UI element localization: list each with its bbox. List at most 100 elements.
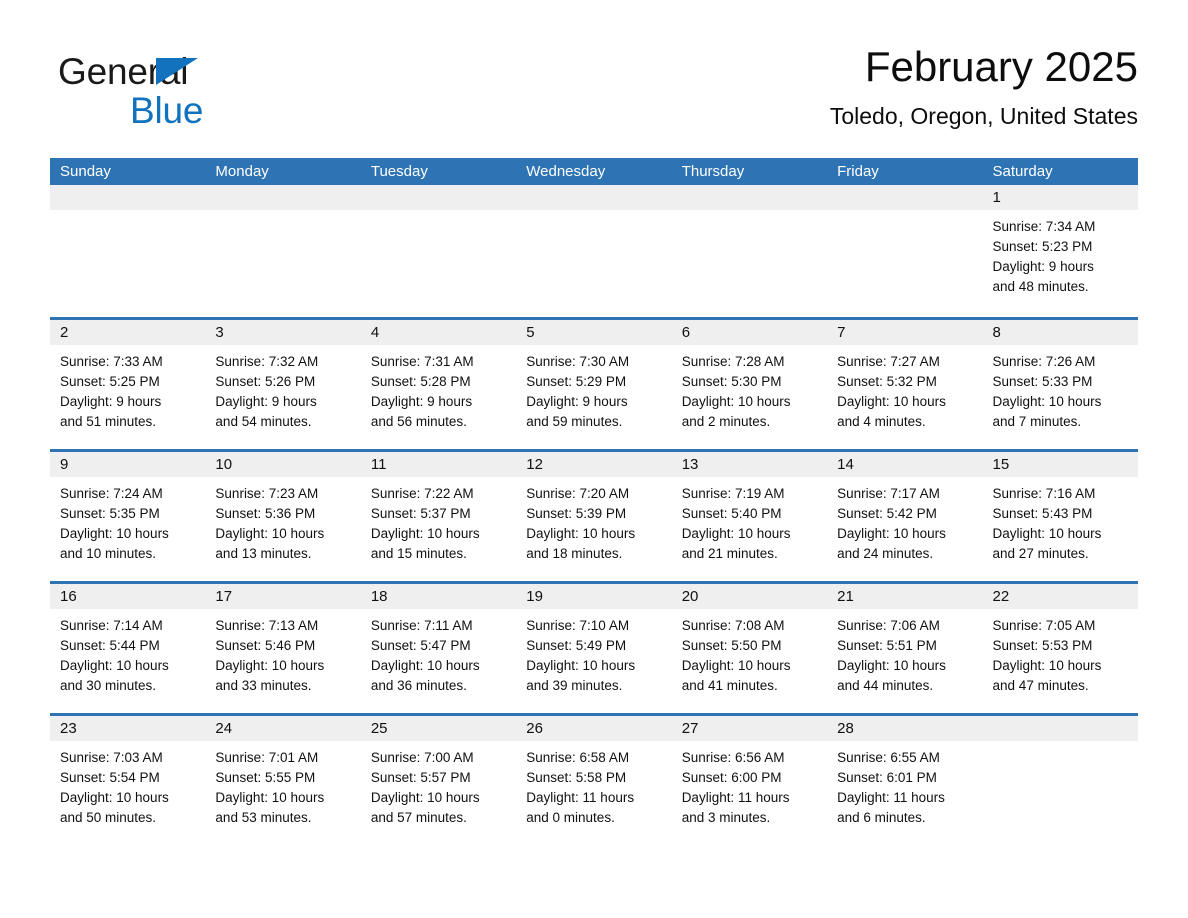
calendar-day-cell[interactable]: 18 Sunrise: 7:11 AM Sunset: 5:47 PM Dayligh… xyxy=(360,584,517,713)
calendar-day-cell[interactable]: 19 Sunrise: 7:10 AM Sunset: 5:49 PM Dayligh… xyxy=(516,584,672,713)
sunset-text: Sunset: 5:54 PM xyxy=(60,770,160,785)
day-details: Sunrise: 7:01 AM Sunset: 5:55 PM Daylight:… xyxy=(205,741,360,828)
page-subtitle: Toledo, Oregon, United States xyxy=(829,103,1138,129)
calendar-day-cell[interactable]: 10 Sunrise: 7:23 AM Sunset: 5:36 PM Dayligh… xyxy=(205,452,361,581)
day-details: Sunrise: 7:31 AM Sunset: 5:28 PM Daylight:… xyxy=(361,345,516,432)
daylight-text-line1: Daylight: 9 hours xyxy=(60,394,162,409)
day-details: Sunrise: 7:30 AM Sunset: 5:29 PM Daylight:… xyxy=(516,345,671,432)
sunset-text: Sunset: 5:26 PM xyxy=(215,374,316,389)
generalblue-logo[interactable]: General Blue xyxy=(58,50,378,136)
daylight-text-line2: and 21 minutes. xyxy=(681,546,778,561)
sunset-text: Sunset: 5:57 PM xyxy=(370,770,471,785)
calendar-day-cell[interactable]: 14 Sunrise: 7:17 AM Sunset: 5:42 PM Dayligh… xyxy=(827,452,983,581)
day-details: Sunrise: 7:05 AM Sunset: 5:53 PM Daylight:… xyxy=(983,609,1138,696)
daylight-text-line1: Daylight: 10 hours xyxy=(526,658,636,673)
weekday-header-saturday: Saturday xyxy=(992,163,1053,180)
day-number xyxy=(360,185,517,210)
daylight-text-line2: and 50 minutes. xyxy=(60,810,157,825)
sunset-text: Sunset: 5:35 PM xyxy=(60,506,160,521)
day-number: 14 xyxy=(827,452,983,477)
calendar-day-cell[interactable]: 7 Sunrise: 7:27 AM Sunset: 5:32 PM Daylight… xyxy=(827,320,983,449)
calendar-day-cell[interactable]: 4 Sunrise: 7:31 AM Sunset: 5:28 PM Daylight… xyxy=(360,320,517,449)
sunrise-text: Sunrise: 7:32 AM xyxy=(215,354,319,369)
calendar-day-cell[interactable]: 12 Sunrise: 7:20 AM Sunset: 5:39 PM Dayligh… xyxy=(516,452,672,581)
daylight-text-line2: and 0 minutes. xyxy=(526,810,615,825)
daylight-text-line2: and 7 minutes. xyxy=(992,414,1082,429)
sunrise-text: Sunrise: 7:27 AM xyxy=(837,354,940,369)
sunrise-text: Sunrise: 7:19 AM xyxy=(681,486,785,501)
calendar-day-cell[interactable]: 8 Sunrise: 7:26 AM Sunset: 5:33 PM Daylight… xyxy=(982,320,1138,449)
calendar-week-row: 9 Sunrise: 7:24 AM Sunset: 5:35 PM Daylight… xyxy=(50,449,1138,581)
daylight-text-line1: Daylight: 10 hours xyxy=(837,658,946,673)
day-number: 9 xyxy=(50,452,206,477)
page-title: February 2025 xyxy=(864,43,1138,90)
day-number: 27 xyxy=(671,716,828,741)
day-details: Sunrise: 7:27 AM Sunset: 5:32 PM Daylight:… xyxy=(827,345,982,432)
day-number xyxy=(205,185,361,210)
day-number: 6 xyxy=(671,320,828,345)
daylight-text-line1: Daylight: 10 hours xyxy=(370,526,480,541)
day-number xyxy=(516,185,672,210)
calendar-weeks: 1 Sunrise: 7:34 AM Sunset: 5:23 PM Daylight… xyxy=(50,185,1138,845)
daylight-text-line1: Daylight: 10 hours xyxy=(370,790,480,805)
calendar-day-cell[interactable]: 23 Sunrise: 7:03 AM Sunset: 5:54 PM Dayligh… xyxy=(50,716,206,845)
daylight-text-line1: Daylight: 10 hours xyxy=(526,526,636,541)
calendar-day-cell[interactable]: 1 Sunrise: 7:34 AM Sunset: 5:23 PM Daylight… xyxy=(982,185,1138,317)
sunset-text: Sunset: 5:58 PM xyxy=(526,770,627,785)
sunrise-text: Sunrise: 7:20 AM xyxy=(526,486,630,501)
day-number: 10 xyxy=(205,452,361,477)
day-number: 20 xyxy=(671,584,828,609)
calendar-day-cell[interactable]: 24 Sunrise: 7:01 AM Sunset: 5:55 PM Dayligh… xyxy=(205,716,361,845)
page-header: General Blue February 2025 Toledo, Orego… xyxy=(50,40,1138,148)
day-details: Sunrise: 7:19 AM Sunset: 5:40 PM Daylight:… xyxy=(672,477,827,564)
calendar-day-cell[interactable]: 28 Sunrise: 6:55 AM Sunset: 6:01 PM Dayligh… xyxy=(827,716,983,845)
sunset-text: Sunset: 5:32 PM xyxy=(837,374,937,389)
calendar-day-cell[interactable]: 5 Sunrise: 7:30 AM Sunset: 5:29 PM Daylight… xyxy=(516,320,672,449)
sunrise-text: Sunrise: 7:06 AM xyxy=(837,618,940,633)
weekday-header-tuesday: Tuesday xyxy=(370,163,428,180)
daylight-text-line2: and 53 minutes. xyxy=(215,810,312,825)
daylight-text-line1: Daylight: 10 hours xyxy=(837,526,946,541)
daylight-text-line1: Daylight: 11 hours xyxy=(681,790,790,805)
calendar-day-cell-empty xyxy=(982,716,1138,845)
sunset-text: Sunset: 5:47 PM xyxy=(370,638,471,653)
calendar-day-cell[interactable]: 16 Sunrise: 7:14 AM Sunset: 5:44 PM Dayligh… xyxy=(50,584,206,713)
calendar-day-cell[interactable]: 27 Sunrise: 6:56 AM Sunset: 6:00 PM Dayligh… xyxy=(671,716,828,845)
calendar-day-cell[interactable]: 2 Sunrise: 7:33 AM Sunset: 5:25 PM Daylight… xyxy=(50,320,206,449)
weekday-header-friday: Friday xyxy=(837,163,879,180)
calendar-day-cell[interactable]: 11 Sunrise: 7:22 AM Sunset: 5:37 PM Dayligh… xyxy=(360,452,517,581)
daylight-text-line2: and 57 minutes. xyxy=(370,810,467,825)
day-number: 28 xyxy=(827,716,983,741)
sunset-text: Sunset: 5:28 PM xyxy=(370,374,471,389)
daylight-text-line1: Daylight: 11 hours xyxy=(837,790,945,805)
calendar-day-cell[interactable]: 3 Sunrise: 7:32 AM Sunset: 5:26 PM Daylight… xyxy=(205,320,361,449)
calendar-day-cell[interactable]: 13 Sunrise: 7:19 AM Sunset: 5:40 PM Dayligh… xyxy=(671,452,828,581)
calendar-day-cell-empty xyxy=(360,185,517,317)
day-number: 12 xyxy=(516,452,672,477)
calendar-day-cell[interactable]: 17 Sunrise: 7:13 AM Sunset: 5:46 PM Dayligh… xyxy=(205,584,361,713)
daylight-text-line1: Daylight: 10 hours xyxy=(837,394,946,409)
calendar-day-cell[interactable]: 25 Sunrise: 7:00 AM Sunset: 5:57 PM Dayligh… xyxy=(360,716,517,845)
daylight-text-line2: and 18 minutes. xyxy=(526,546,623,561)
calendar-day-cell[interactable]: 22 Sunrise: 7:05 AM Sunset: 5:53 PM Dayligh… xyxy=(982,584,1138,713)
calendar-day-cell[interactable]: 6 Sunrise: 7:28 AM Sunset: 5:30 PM Daylight… xyxy=(671,320,828,449)
weekday-header-thursday: Thursday xyxy=(681,163,745,180)
daylight-text-line1: Daylight: 9 hours xyxy=(526,394,628,409)
calendar-day-cell[interactable]: 15 Sunrise: 7:16 AM Sunset: 5:43 PM Dayligh… xyxy=(982,452,1138,581)
calendar-day-cell[interactable]: 9 Sunrise: 7:24 AM Sunset: 5:35 PM Daylight… xyxy=(50,452,206,581)
sunset-text: Sunset: 5:55 PM xyxy=(215,770,316,785)
calendar-day-cell[interactable]: 21 Sunrise: 7:06 AM Sunset: 5:51 PM Dayligh… xyxy=(827,584,983,713)
sunrise-text: Sunrise: 7:16 AM xyxy=(992,486,1096,501)
calendar-day-cell[interactable]: 26 Sunrise: 6:58 AM Sunset: 5:58 PM Dayligh… xyxy=(516,716,672,845)
calendar-day-cell[interactable]: 20 Sunrise: 7:08 AM Sunset: 5:50 PM Dayligh… xyxy=(671,584,828,713)
day-details: Sunrise: 6:58 AM Sunset: 5:58 PM Daylight:… xyxy=(516,741,671,828)
day-number: 18 xyxy=(360,584,517,609)
sunset-text: Sunset: 5:33 PM xyxy=(992,374,1093,389)
daylight-text-line1: Daylight: 10 hours xyxy=(215,658,325,673)
day-number: 22 xyxy=(982,584,1138,609)
day-details: Sunrise: 7:23 AM Sunset: 5:36 PM Daylight:… xyxy=(205,477,360,564)
day-number: 7 xyxy=(827,320,983,345)
sunrise-text: Sunrise: 7:11 AM xyxy=(370,618,473,633)
weekday-header-sunday: Sunday xyxy=(60,163,111,180)
sunrise-text: Sunrise: 7:28 AM xyxy=(681,354,785,369)
